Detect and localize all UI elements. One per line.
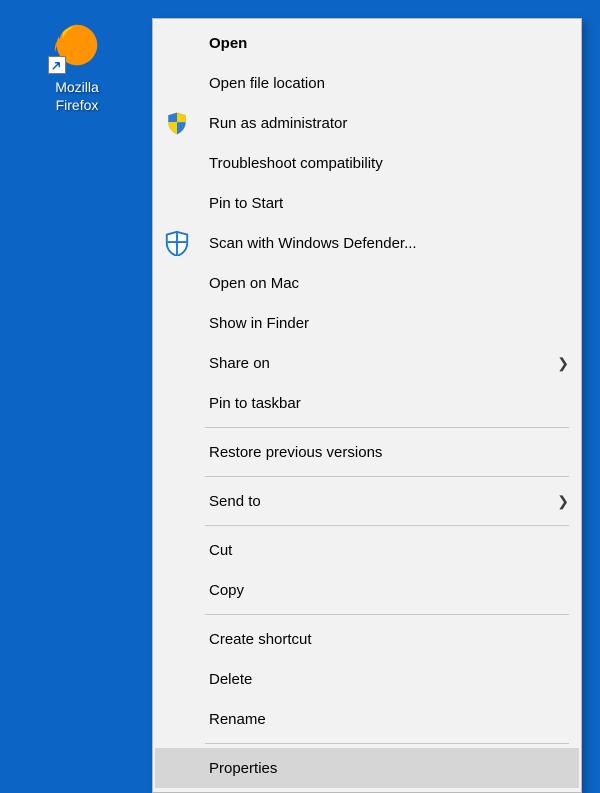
menu-item-label: Show in Finder (193, 315, 569, 332)
context-menu: Open Open file location Run as administrat… (152, 18, 582, 793)
menu-item-share-on[interactable]: Share on❯ (155, 343, 579, 383)
menu-item-label: Scan with Windows Defender... (193, 235, 569, 252)
menu-separator (205, 476, 569, 477)
menu-item-scan-with-windows-defender[interactable]: Scan with Windows Defender... (155, 223, 579, 263)
menu-item-show-in-finder[interactable]: Show in Finder (155, 303, 579, 343)
shortcut-arrow-icon (48, 56, 66, 74)
menu-item-open-file-location[interactable]: Open file location (155, 63, 579, 103)
menu-item-restore-previous-versions[interactable]: Restore previous versions (155, 432, 579, 472)
menu-separator (205, 614, 569, 615)
blank-icon (161, 69, 193, 97)
menu-item-label: Open (193, 35, 569, 52)
defender-shield-icon (161, 229, 193, 257)
blank-icon (161, 189, 193, 217)
menu-item-label: Pin to taskbar (193, 395, 569, 412)
blank-icon (161, 487, 193, 515)
menu-item-rename[interactable]: Rename (155, 699, 579, 739)
menu-item-pin-to-taskbar[interactable]: Pin to taskbar (155, 383, 579, 423)
firefox-icon (50, 18, 104, 72)
menu-item-label: Create shortcut (193, 631, 569, 648)
menu-item-label: Open file location (193, 75, 569, 92)
blank-icon (161, 149, 193, 177)
blank-icon (161, 536, 193, 564)
blank-icon (161, 438, 193, 466)
blank-icon (161, 754, 193, 782)
menu-item-label: Run as administrator (193, 115, 569, 132)
blank-icon (161, 269, 193, 297)
blank-icon (161, 576, 193, 604)
menu-item-label: Copy (193, 582, 569, 599)
desktop-shortcut-firefox[interactable]: Mozilla Firefox (32, 18, 122, 115)
blank-icon (161, 29, 193, 57)
menu-item-cut[interactable]: Cut (155, 530, 579, 570)
menu-item-open[interactable]: Open (155, 23, 579, 63)
blank-icon (161, 625, 193, 653)
menu-item-troubleshoot-compatibility[interactable]: Troubleshoot compatibility (155, 143, 579, 183)
menu-item-open-on-mac[interactable]: Open on Mac (155, 263, 579, 303)
menu-item-label: Cut (193, 542, 569, 559)
menu-item-label: Pin to Start (193, 195, 569, 212)
menu-item-label: Share on (193, 355, 553, 372)
blank-icon (161, 705, 193, 733)
menu-item-label: Restore previous versions (193, 444, 569, 461)
blank-icon (161, 309, 193, 337)
submenu-arrow-icon: ❯ (553, 355, 569, 372)
menu-item-label: Delete (193, 671, 569, 688)
menu-item-create-shortcut[interactable]: Create shortcut (155, 619, 579, 659)
menu-item-pin-to-start[interactable]: Pin to Start (155, 183, 579, 223)
menu-item-label: Properties (193, 760, 569, 777)
blank-icon (161, 389, 193, 417)
menu-separator (205, 427, 569, 428)
menu-item-run-as-administrator[interactable]: Run as administrator (155, 103, 579, 143)
menu-item-label: Rename (193, 711, 569, 728)
blank-icon (161, 665, 193, 693)
menu-separator (205, 743, 569, 744)
uac-shield-icon (161, 109, 193, 137)
desktop-shortcut-label: Mozilla Firefox (52, 78, 102, 115)
blank-icon (161, 349, 193, 377)
menu-separator (205, 525, 569, 526)
menu-item-label: Open on Mac (193, 275, 569, 292)
menu-item-label: Send to (193, 493, 553, 510)
menu-item-send-to[interactable]: Send to❯ (155, 481, 579, 521)
submenu-arrow-icon: ❯ (553, 493, 569, 510)
menu-item-label: Troubleshoot compatibility (193, 155, 569, 172)
menu-item-properties[interactable]: Properties (155, 748, 579, 788)
menu-item-delete[interactable]: Delete (155, 659, 579, 699)
menu-item-copy[interactable]: Copy (155, 570, 579, 610)
